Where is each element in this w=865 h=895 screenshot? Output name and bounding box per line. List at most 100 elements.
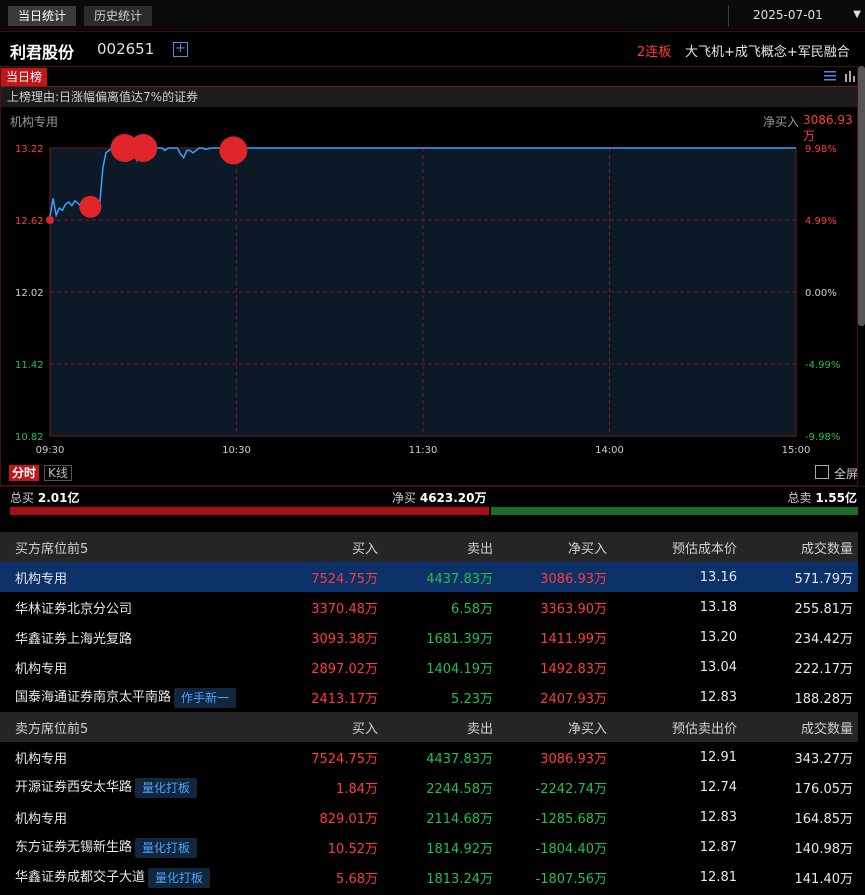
seat-name-cell: 机构专用 <box>0 562 250 592</box>
seat-name: 机构专用 <box>15 751 68 767</box>
table-row[interactable]: 东方证券无锡新生路 量化打板 10.52万 1814.92万 -1804.40万 12.8… <box>0 832 858 862</box>
sell-amount: 2244.58万 <box>426 781 493 797</box>
net-amount: 2407.93万 <box>540 691 607 707</box>
seat-name: 东方证券无锡新生路 <box>15 840 133 856</box>
buy-seats-table: 买方席位前5 买入 卖出 净买入 预估成本价 成交数量 机构专用 7524.75万… <box>0 532 858 712</box>
table-row[interactable]: 国泰海通证券南京太平南路 作手新一 2413.17万 5.23万 2407.93万 12.… <box>0 682 858 712</box>
trade-volume: 176.05万 <box>794 781 854 797</box>
col-header: 预估卖出价 <box>612 712 742 742</box>
total-buy: 总买 2.01亿 <box>10 489 79 506</box>
total-net: 净买 4623.20万 <box>392 489 487 506</box>
buy-amount: 3093.38万 <box>311 631 378 647</box>
sell-amount: 2114.68万 <box>426 811 493 827</box>
seat-tag-badge[interactable]: 量化打板 <box>135 837 198 858</box>
col-header: 卖出 <box>383 712 498 742</box>
total-net-label: 净买 <box>392 491 417 505</box>
table-header: 买方席位前5 买入 卖出 净买入 预估成本价 成交数量 <box>0 532 858 562</box>
sell-amount: 4437.83万 <box>383 562 498 592</box>
y-pct-tick-label: -9.98% <box>805 432 840 443</box>
date-picker[interactable]: 2025-07-01 ▼ <box>728 5 865 27</box>
sell-amount: 4437.83万 <box>426 751 493 767</box>
net-amount: 3086.93万 <box>498 562 612 592</box>
seat-name-cell: 国泰海通证券南京太平南路 作手新一 <box>0 682 250 712</box>
x-tick-label: 15:00 <box>782 445 811 456</box>
trade-volume: 188.28万 <box>794 691 854 707</box>
col-header: 买方席位前5 <box>0 532 250 562</box>
tab-kline[interactable]: K线 <box>44 465 72 481</box>
add-watchlist-icon[interactable]: + <box>173 42 188 57</box>
stock-header: 利君股份 002651 + 2连板 大飞机+成飞概念+军民融合 <box>0 33 865 66</box>
y-tick-label: 13.22 <box>15 144 44 155</box>
table-row[interactable]: 机构专用 829.01万 2114.68万 -1285.68万 12.83 164.85万 <box>0 802 858 832</box>
seat-tag-badge[interactable]: 作手新一 <box>174 687 237 708</box>
seat-tag-badge[interactable]: 量化打板 <box>148 867 211 888</box>
sell-seats-table: 卖方席位前5 买入 卖出 净买入 预估卖出价 成交数量 机构专用 7524.75万… <box>0 712 858 892</box>
col-header: 卖方席位前5 <box>0 712 250 742</box>
seat-trade-marker <box>219 136 248 165</box>
seat-trade-marker <box>129 134 158 162</box>
estimated-price: 13.04 <box>699 659 737 675</box>
sell-amount: 5.23万 <box>451 691 493 707</box>
stock-name: 利君股份 <box>10 43 75 62</box>
sell-amount: 6.58万 <box>451 601 493 617</box>
y-pct-tick-label: 9.98% <box>805 144 837 155</box>
seat-name-cell: 机构专用 <box>0 802 250 832</box>
seat-name: 机构专用 <box>15 661 68 677</box>
trade-volume: 343.27万 <box>794 751 854 767</box>
net-amount: -2242.74万 <box>535 781 607 797</box>
table-row[interactable]: 机构专用 7524.75万 4437.83万 3086.93万 13.16 571.79万 <box>0 562 858 592</box>
trade-volume: 222.17万 <box>794 661 854 677</box>
table-row[interactable]: 华林证券北京分公司 3370.48万 6.58万 3363.90万 13.18 255.8… <box>0 592 858 622</box>
estimated-price: 12.74 <box>699 779 737 795</box>
trade-volume: 141.40万 <box>794 871 854 887</box>
estimated-price: 12.81 <box>699 869 737 885</box>
sell-amount: 1814.92万 <box>426 841 493 857</box>
net-amount: 3363.90万 <box>540 601 607 617</box>
total-sell-label: 总卖 <box>787 491 812 505</box>
total-sell: 总卖 1.55亿 <box>788 489 857 506</box>
total-sell-value: 1.55亿 <box>815 491 857 505</box>
col-header: 预估成本价 <box>612 532 742 562</box>
date-value: 2025-07-01 <box>753 8 823 22</box>
fullscreen-button[interactable]: 全屏 <box>834 465 858 482</box>
seat-name-cell: 华鑫证券成都交子大道 量化打板 <box>0 862 250 892</box>
col-header: 净买入 <box>498 712 612 742</box>
seat-name-cell: 机构专用 <box>0 652 250 682</box>
trade-volume: 255.81万 <box>794 601 854 617</box>
y-tick-label: 12.02 <box>15 288 44 299</box>
x-tick-label: 11:30 <box>409 445 438 456</box>
seat-name-cell: 华林证券北京分公司 <box>0 592 250 622</box>
buy-amount: 7524.75万 <box>250 562 383 592</box>
x-tick-label: 14:00 <box>595 445 624 456</box>
concept-tags: 大飞机+成飞概念+军民融合 <box>685 45 850 60</box>
seat-name: 华鑫证券上海光复路 <box>15 631 133 647</box>
table-row[interactable]: 机构专用 7524.75万 4437.83万 3086.93万 12.91 343.27万 <box>0 742 858 772</box>
seat-trade-marker <box>79 195 102 218</box>
table-row[interactable]: 开源证券西安太华路 量化打板 1.84万 2244.58万 -2242.74万 12.74… <box>0 772 858 802</box>
seat-name-cell: 机构专用 <box>0 742 250 772</box>
fullscreen-icon[interactable] <box>815 465 829 479</box>
seat-tag-badge[interactable]: 量化打板 <box>135 777 198 798</box>
table-row[interactable]: 华鑫证券上海光复路 3093.38万 1681.39万 1411.99万 13.20 23… <box>0 622 858 652</box>
col-header: 卖出 <box>383 532 498 562</box>
total-net-value: 4623.20万 <box>419 491 487 505</box>
sell-amount: 1813.24万 <box>426 871 493 887</box>
top-bar: 当日统计 历史统计 2025-07-01 ▼ <box>0 0 865 32</box>
trade-volume: 571.79万 <box>742 562 858 592</box>
table-row[interactable]: 华鑫证券成都交子大道 量化打板 5.68万 1813.24万 -1807.56万 12.8… <box>0 862 858 892</box>
totals-row: 总买 2.01亿 净买 4623.20万 总卖 1.55亿 <box>0 486 865 506</box>
buy-sell-ratio-bar <box>10 507 858 515</box>
x-tick-label: 09:30 <box>36 445 65 456</box>
table-row[interactable]: 机构专用 2897.02万 1404.19万 1492.83万 13.04 222.17万 <box>0 652 858 682</box>
sell-amount: 1404.19万 <box>426 661 493 677</box>
tab-intraday[interactable]: 分时 <box>9 465 40 481</box>
y-pct-tick-label: -4.99% <box>805 360 840 371</box>
tab-history-stats[interactable]: 历史统计 <box>84 6 153 26</box>
intraday-chart: 13.22 9.98% 12.62 4.99% 12.02 0.00% 11.42 -4.99… <box>15 134 840 456</box>
net-amount: -1804.40万 <box>535 841 607 857</box>
trade-volume: 164.85万 <box>794 811 854 827</box>
seat-name-cell: 华鑫证券上海光复路 <box>0 622 250 652</box>
scrollbar[interactable] <box>858 66 865 326</box>
tab-today-stats[interactable]: 当日统计 <box>8 6 77 26</box>
sell-amount: 1681.39万 <box>426 631 493 647</box>
